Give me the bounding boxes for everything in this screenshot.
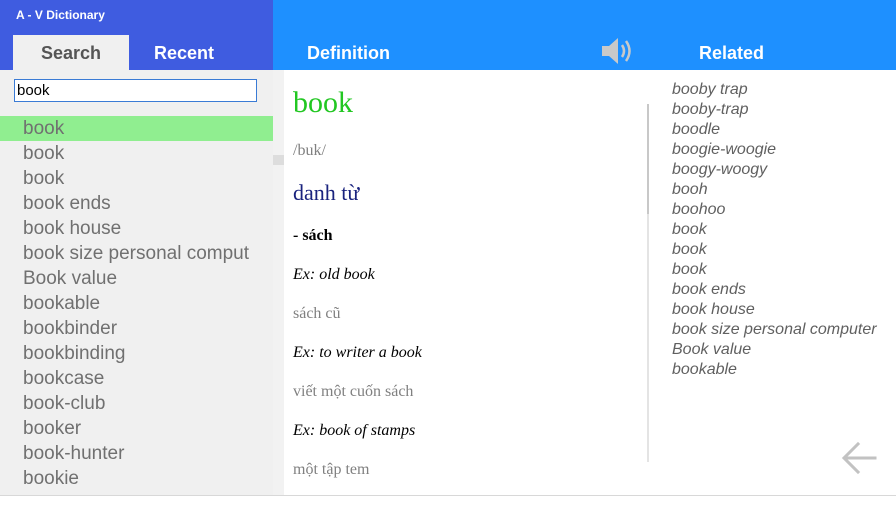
definition-scrollbar-thumb[interactable] [647, 104, 649, 214]
app-title: A - V Dictionary [16, 8, 105, 22]
related-item[interactable]: boohoo [672, 200, 896, 220]
related-header: Related [699, 43, 765, 63]
headword: book [293, 86, 353, 119]
related-item[interactable]: booh [672, 180, 896, 200]
suggestion-item[interactable]: book-club [0, 391, 273, 416]
scrollbar-thumb[interactable] [273, 155, 284, 165]
suggestion-item[interactable]: book [0, 116, 273, 141]
example-translation: sách cũ [293, 305, 341, 322]
suggestion-item[interactable]: bookie [0, 466, 273, 491]
related-item[interactable]: Book value [672, 340, 896, 360]
suggestion-item[interactable]: book [0, 166, 273, 191]
right-header: Definition Related [273, 0, 896, 70]
suggestion-item[interactable]: bookable [0, 291, 273, 316]
suggestion-item[interactable]: book house [0, 216, 273, 241]
status-bar [0, 495, 896, 529]
related-item[interactable]: book size personal computer [672, 320, 896, 340]
related-item[interactable]: book [672, 260, 896, 280]
suggestion-item[interactable]: booker [0, 416, 273, 441]
related-item[interactable]: booby-trap [672, 100, 896, 120]
tab-recent[interactable]: Recent [129, 35, 239, 70]
related-item[interactable]: book [672, 220, 896, 240]
suggestion-scrollbar[interactable] [273, 70, 284, 495]
example: Ex: old book [293, 266, 375, 283]
related-item[interactable]: book [672, 240, 896, 260]
speaker-icon[interactable] [600, 36, 636, 66]
related-item[interactable]: boodle [672, 120, 896, 140]
related-item[interactable]: book ends [672, 280, 896, 300]
part-of-speech: danh từ [293, 180, 360, 205]
related-list: booby trap booby-trap boodle boogie-woogie b… [672, 80, 896, 380]
suggestion-item[interactable]: bookbinder [0, 316, 273, 341]
suggestion-item[interactable]: book ends [0, 191, 273, 216]
tab-search[interactable]: Search [13, 35, 129, 70]
suggestion-item[interactable]: book [0, 141, 273, 166]
example: Ex: book of stamps [293, 422, 416, 439]
search-input[interactable] [14, 79, 257, 102]
pronunciation: /buk/ [293, 142, 326, 159]
search-panel: bookbookbookbook endsbook housebook size… [0, 70, 273, 495]
related-item[interactable]: bookable [672, 360, 896, 380]
example: Ex: to writer a book [293, 344, 422, 361]
related-item[interactable]: book house [672, 300, 896, 320]
suggestion-item[interactable]: bookcase [0, 366, 273, 391]
related-item[interactable]: booby trap [672, 80, 896, 100]
suggestion-item[interactable]: Book value [0, 266, 273, 291]
definition-header: Definition [307, 43, 390, 63]
back-arrow-icon[interactable] [841, 441, 877, 475]
suggestion-item[interactable]: book size personal comput [0, 241, 273, 266]
meaning: - sách [293, 227, 333, 244]
suggestion-list: book book book book ends book house book size… [0, 116, 273, 491]
related-item[interactable]: boogie-woogie [672, 140, 896, 160]
related-item[interactable]: boogy-woogy [672, 160, 896, 180]
suggestion-item[interactable]: book-hunter [0, 441, 273, 466]
example-translation: một tập tem [293, 461, 370, 478]
suggestion-item[interactable]: bookbinding [0, 341, 273, 366]
example-translation: viết một cuốn sách [293, 383, 414, 400]
left-header: A - V Dictionary Search Recent [0, 0, 273, 70]
